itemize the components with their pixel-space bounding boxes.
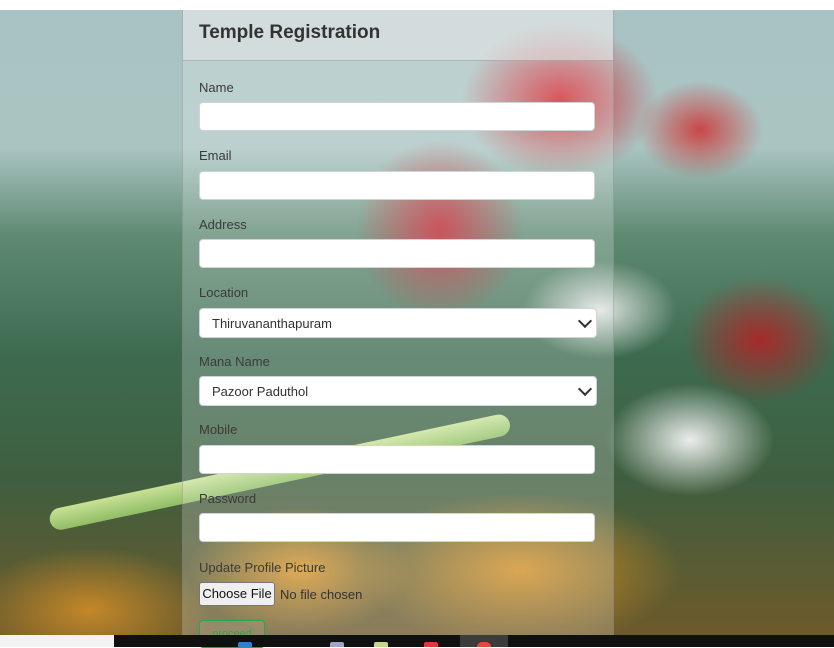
- profile-picture-label: Update Profile Picture: [199, 560, 326, 575]
- password-input[interactable]: [199, 513, 595, 542]
- email-label: Email: [199, 148, 232, 163]
- taskbar-app-icon[interactable]: [330, 642, 344, 647]
- registration-panel: Temple Registration Name Email Address L…: [182, 10, 614, 648]
- panel-header: Temple Registration: [183, 10, 613, 61]
- mana-name-selected-value: Pazoor Paduthol: [212, 384, 309, 399]
- taskbar-app-icon[interactable]: [424, 642, 438, 647]
- password-label: Password: [199, 491, 257, 506]
- taskbar-active-app[interactable]: [460, 635, 508, 647]
- browser-icon: [477, 642, 491, 647]
- taskbar-app-icon[interactable]: [238, 642, 252, 647]
- mana-name-label: Mana Name: [199, 354, 270, 369]
- address-label: Address: [199, 217, 247, 232]
- mobile-input[interactable]: [199, 445, 595, 474]
- chevron-down-icon: [577, 313, 593, 329]
- location-select[interactable]: Thiruvananthapuram: [199, 308, 597, 338]
- taskbar-app-icon[interactable]: [374, 642, 388, 647]
- name-input[interactable]: [199, 102, 595, 131]
- address-input[interactable]: [199, 239, 595, 268]
- location-selected-value: Thiruvananthapuram: [212, 316, 332, 331]
- taskbar-search-area[interactable]: [0, 635, 114, 647]
- file-status-text: No file chosen: [280, 587, 363, 602]
- page-title: Temple Registration: [199, 22, 381, 43]
- mobile-label: Mobile: [199, 422, 238, 437]
- name-label: Name: [199, 80, 234, 95]
- choose-file-button[interactable]: Choose File: [199, 582, 275, 606]
- os-taskbar: [0, 635, 834, 647]
- email-input[interactable]: [199, 171, 595, 200]
- chevron-down-icon: [577, 381, 593, 397]
- location-label: Location: [199, 285, 249, 300]
- mana-name-select[interactable]: Pazoor Paduthol: [199, 376, 597, 406]
